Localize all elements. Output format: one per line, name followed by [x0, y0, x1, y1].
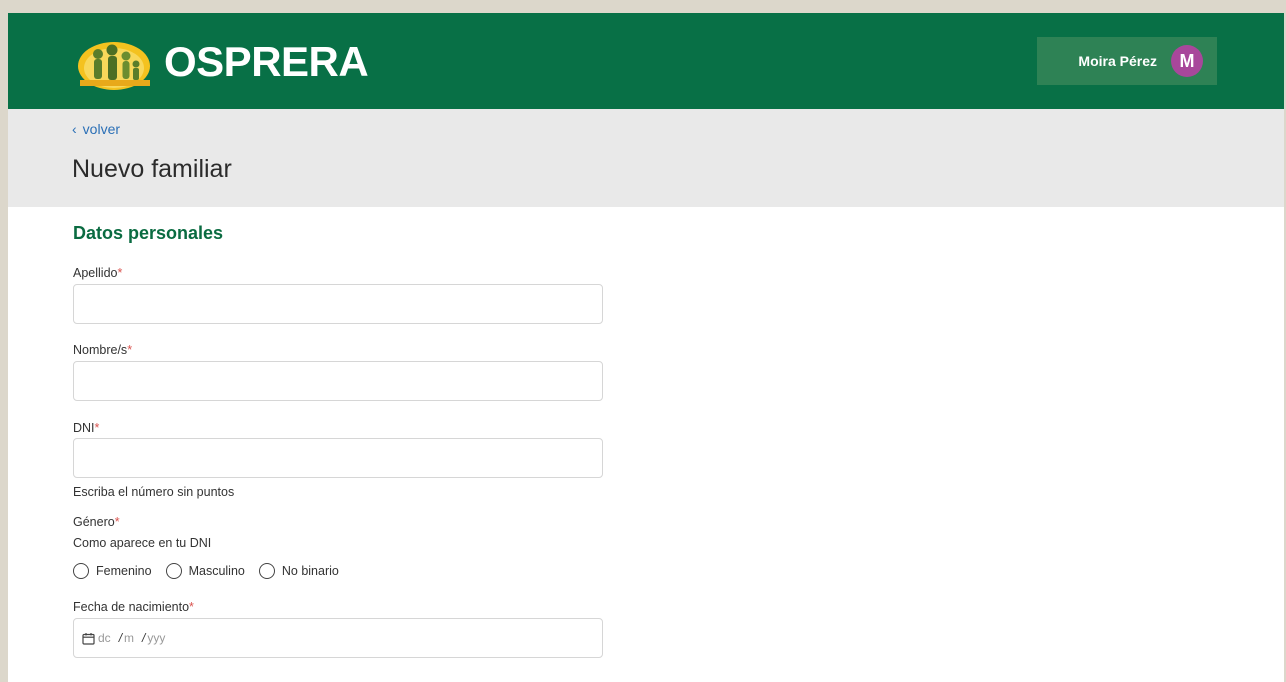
nombre-input[interactable]: [73, 361, 603, 401]
required-mark: *: [114, 515, 120, 529]
date-year-segment[interactable]: yyy: [147, 631, 165, 645]
back-link-label: volver: [82, 121, 121, 137]
dni-help-text: Escriba el número sin puntos: [73, 485, 235, 499]
app-window: OSPRERA Moira Pérez M ‹ volver Nuevo fam…: [8, 13, 1284, 682]
fecha-label-text: Fecha de nacimiento: [73, 600, 190, 614]
genero-radio-group: Femenino Masculino No binario: [73, 563, 353, 579]
top-header: OSPRERA Moira Pérez M: [8, 13, 1284, 109]
fecha-label: Fecha de nacimiento*: [73, 600, 194, 614]
date-month-segment[interactable]: m: [124, 631, 134, 645]
calendar-icon: [82, 632, 95, 645]
brand-logo[interactable]: OSPRERA: [74, 33, 369, 91]
radio-label: No binario: [281, 564, 339, 578]
date-separator: /: [142, 631, 146, 645]
nombre-label-text: Nombre/s: [73, 343, 128, 357]
radio-label: Femenino: [96, 564, 152, 578]
radio-circle: [258, 563, 275, 579]
avatar: M: [1171, 45, 1203, 77]
page-title: Nuevo familiar: [72, 155, 232, 183]
radio-circle: [165, 563, 182, 579]
chevron-left-icon: ‹: [72, 121, 77, 137]
brand-name: OSPRERA: [164, 38, 369, 85]
genero-label: Género*: [73, 515, 120, 529]
section-title: Datos personales: [73, 223, 224, 243]
required-mark: *: [127, 343, 133, 357]
radio-no-binario[interactable]: No binario: [258, 563, 339, 579]
radio-masculino[interactable]: Masculino: [165, 563, 245, 579]
apellido-label: Apellido*: [73, 266, 122, 280]
required-mark: *: [94, 421, 100, 435]
dni-label: DNI*: [73, 421, 99, 435]
required-mark: *: [117, 266, 123, 280]
date-separator: /: [118, 631, 123, 645]
genero-label-text: Género: [73, 515, 115, 529]
page-header: ‹ volver Nuevo familiar: [8, 109, 1284, 207]
user-menu-button[interactable]: Moira Pérez M: [1037, 37, 1217, 85]
radio-circle: [73, 563, 89, 579]
required-mark: *: [189, 600, 194, 614]
apellido-label-text: Apellido: [73, 266, 118, 280]
family-logo-icon: [78, 42, 150, 90]
apellido-input[interactable]: [73, 284, 603, 324]
radio-label: Masculino: [188, 564, 245, 578]
fecha-nacimiento-input[interactable]: dc / m / yyy: [73, 618, 603, 658]
user-name: Moira Pérez: [1078, 53, 1157, 69]
genero-help-text: Como aparece en tu DNI: [73, 536, 212, 550]
back-link[interactable]: ‹ volver: [72, 121, 120, 137]
radio-femenino[interactable]: Femenino: [73, 563, 152, 579]
nombre-label: Nombre/s*: [73, 343, 132, 357]
date-day-segment[interactable]: dc: [98, 631, 111, 645]
dni-input[interactable]: [73, 438, 603, 478]
dni-label-text: DNI: [73, 421, 95, 435]
